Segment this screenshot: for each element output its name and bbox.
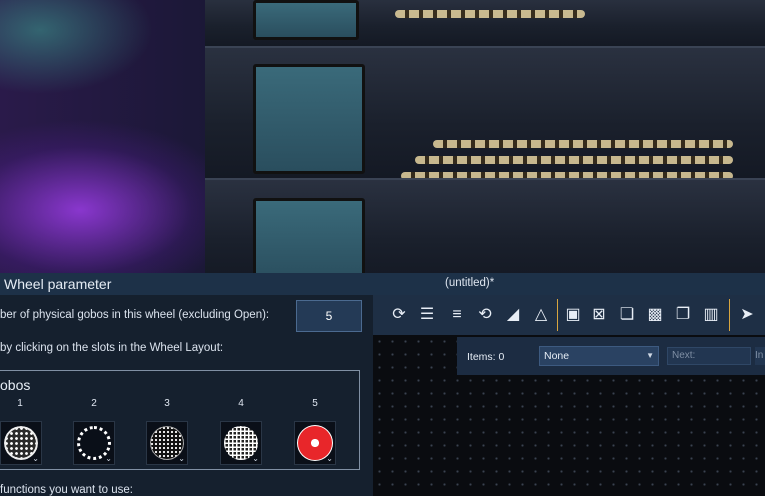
chevron-down-icon: ⌄ (32, 454, 39, 463)
rotate-icon[interactable]: ⟳ (387, 303, 411, 327)
gobo-slot-5[interactable]: ⌄ (294, 421, 336, 465)
slot-number: 5 (312, 398, 318, 409)
rack-unit-top (205, 0, 765, 46)
gobo-slot-3[interactable]: ⌄ (146, 421, 188, 465)
rotation-cw-icon[interactable]: ⟲ (473, 303, 497, 327)
delete-frame-icon[interactable]: ⊠ (587, 303, 611, 327)
gobo-slot-2[interactable]: ⌄ (73, 421, 115, 465)
gobos-heading: obos (0, 377, 31, 393)
toolbar-separator (729, 299, 730, 331)
item-type-select[interactable]: None ▼ (539, 346, 659, 366)
slot-number: 3 (164, 398, 170, 409)
rack-screen (253, 198, 365, 275)
rack-unit-middle (205, 46, 765, 180)
chevron-down-icon: ⌄ (252, 454, 259, 463)
rack-screen (253, 0, 359, 40)
window-title: (untitled)* (445, 277, 495, 289)
gobo-slot-4[interactable]: ⌄ (220, 421, 262, 465)
next-field[interactable]: Next: (667, 347, 751, 365)
copy-frame-icon[interactable]: ❏ (615, 303, 639, 327)
rack-grille (395, 10, 585, 18)
rack-grille (415, 156, 733, 164)
panel-title: Wheel parameter (0, 273, 373, 295)
gobo-slot-1[interactable]: ⌄ (0, 421, 42, 465)
fill-frame-icon[interactable]: ▩ (643, 303, 667, 327)
chevron-down-icon: ⌄ (178, 454, 185, 463)
select-frame-icon[interactable]: ▣ (561, 303, 585, 327)
wheel-layout-hint: by clicking on the slots in the Wheel La… (0, 342, 224, 354)
toolbar-separator (557, 299, 558, 331)
gobo-count-input[interactable]: 5 (296, 300, 362, 332)
editor-title-bar: (untitled)* (373, 273, 765, 295)
move-frame-icon[interactable]: ❐ (671, 303, 695, 327)
group-frame-icon[interactable]: ▥ (699, 303, 723, 327)
slot-number: 2 (91, 398, 97, 409)
items-bar: Items: 0 None ▼ Next: In (457, 337, 765, 375)
chevron-down-icon: ▼ (646, 351, 654, 360)
wheel-parameter-panel: Wheel parameter ber of physical gobos in… (0, 273, 373, 496)
slot-number: 1 (17, 398, 23, 409)
chevron-down-icon: ⌄ (105, 454, 112, 463)
in-field[interactable]: In (755, 347, 765, 365)
slot-number: 4 (238, 398, 244, 409)
pointer-icon[interactable]: ➤ (735, 303, 759, 327)
bars-icon[interactable]: ☰ (415, 303, 439, 327)
rack-screen (253, 64, 365, 174)
mirror-icon[interactable]: △ (529, 303, 553, 327)
functions-label: functions you want to use: (0, 484, 133, 496)
chevron-down-icon: ⌄ (326, 454, 333, 463)
select-value: None (544, 350, 570, 362)
items-count: Items: 0 (467, 351, 505, 363)
prism-icon[interactable]: ◢ (501, 303, 525, 327)
list-icon[interactable]: ≡ (445, 303, 469, 327)
gobo-count-label: ber of physical gobos in this wheel (exc… (0, 309, 270, 321)
wheel-layout-editor: (untitled)* ⟳ ☰ ≡ ⟲ ◢ △ ▣ ⊠ ❏ ▩ ❐ ▥ ➤ It… (373, 273, 765, 496)
rack-grille (433, 140, 733, 148)
editor-toolbar: ⟳ ☰ ≡ ⟲ ◢ △ ▣ ⊠ ❏ ▩ ❐ ▥ ➤ (373, 295, 765, 335)
background-photo (0, 0, 765, 275)
rack-unit-bottom (205, 178, 765, 275)
